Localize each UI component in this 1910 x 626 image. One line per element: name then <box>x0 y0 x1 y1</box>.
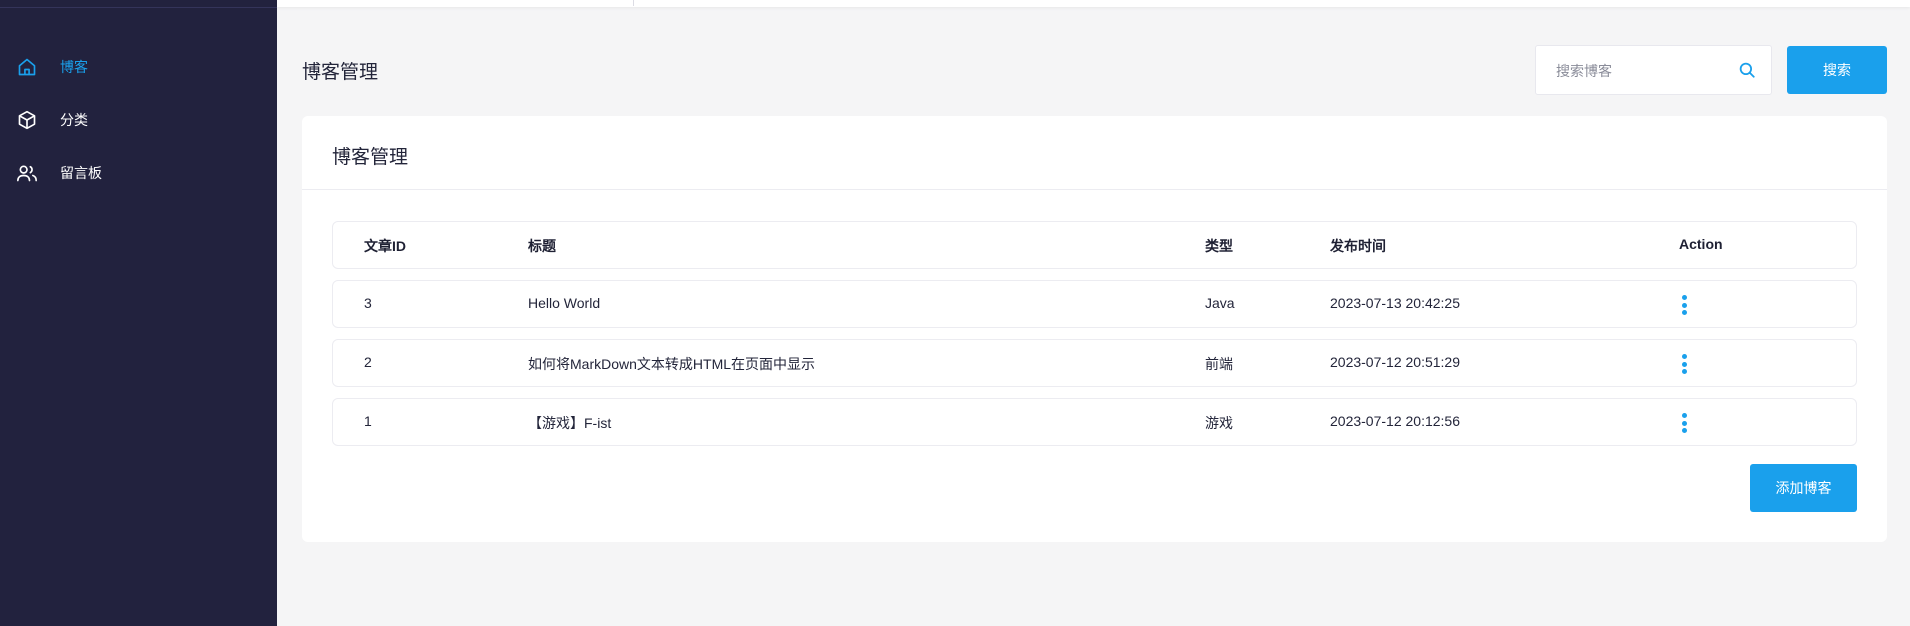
sidebar-item-blog[interactable]: 博客 <box>0 46 277 86</box>
cell-title: 【游戏】F-ist <box>528 415 612 431</box>
search-input[interactable] <box>1556 60 1736 82</box>
card-title: 博客管理 <box>332 147 409 168</box>
cell-title: 如何将MarkDown文本转成HTML在页面中显示 <box>528 356 816 372</box>
search-button[interactable]: 搜索 <box>1787 46 1887 94</box>
cell-type: 游戏 <box>1205 415 1233 431</box>
more-actions-icon[interactable] <box>1678 411 1690 435</box>
topbar-divider <box>633 0 634 6</box>
table-row: 1 【游戏】F-ist 游戏 2023-07-12 20:12:56 <box>332 398 1857 446</box>
users-icon <box>16 162 38 184</box>
sidebar: 博客 分类 留言板 <box>0 0 277 626</box>
more-actions-icon[interactable] <box>1678 293 1690 317</box>
sidebar-item-label: 博客 <box>60 59 88 75</box>
box-icon <box>16 109 38 131</box>
cell-time: 2023-07-13 20:42:25 <box>1330 295 1460 311</box>
top-bar <box>277 0 1910 7</box>
column-header-time: 发布时间 <box>1330 238 1386 254</box>
cell-title: Hello World <box>528 295 601 311</box>
cell-id: 1 <box>364 413 372 429</box>
more-actions-icon[interactable] <box>1678 352 1690 376</box>
search-icon[interactable] <box>1738 61 1758 81</box>
column-header-type: 类型 <box>1205 238 1233 254</box>
column-header-action: Action <box>1679 236 1723 252</box>
sidebar-item-guestbook[interactable]: 留言板 <box>0 152 277 192</box>
table-header-row: 文章ID 标题 类型 发布时间 Action <box>332 221 1857 269</box>
column-header-title: 标题 <box>528 238 556 254</box>
table-row: 3 Hello World Java 2023-07-13 20:42:25 <box>332 280 1857 328</box>
page-title: 博客管理 <box>302 62 379 83</box>
card-divider <box>302 189 1887 190</box>
sidebar-item-category[interactable]: 分类 <box>0 99 277 139</box>
cell-time: 2023-07-12 20:12:56 <box>1330 413 1460 429</box>
column-header-id: 文章ID <box>364 238 406 254</box>
table-row: 2 如何将MarkDown文本转成HTML在页面中显示 前端 2023-07-1… <box>332 339 1857 387</box>
cell-time: 2023-07-12 20:51:29 <box>1330 354 1460 370</box>
sidebar-top-divider <box>0 0 277 8</box>
home-icon <box>16 56 38 78</box>
cell-id: 2 <box>364 354 372 370</box>
cell-id: 3 <box>364 295 372 311</box>
search-box <box>1535 45 1772 95</box>
add-blog-button[interactable]: 添加博客 <box>1750 464 1857 512</box>
sidebar-item-label: 留言板 <box>60 165 102 181</box>
cell-type: Java <box>1205 295 1235 311</box>
cell-type: 前端 <box>1205 356 1233 372</box>
sidebar-item-label: 分类 <box>60 112 88 128</box>
blog-management-card: 博客管理 文章ID 标题 类型 发布时间 Action 3 Hello Worl… <box>302 116 1887 542</box>
